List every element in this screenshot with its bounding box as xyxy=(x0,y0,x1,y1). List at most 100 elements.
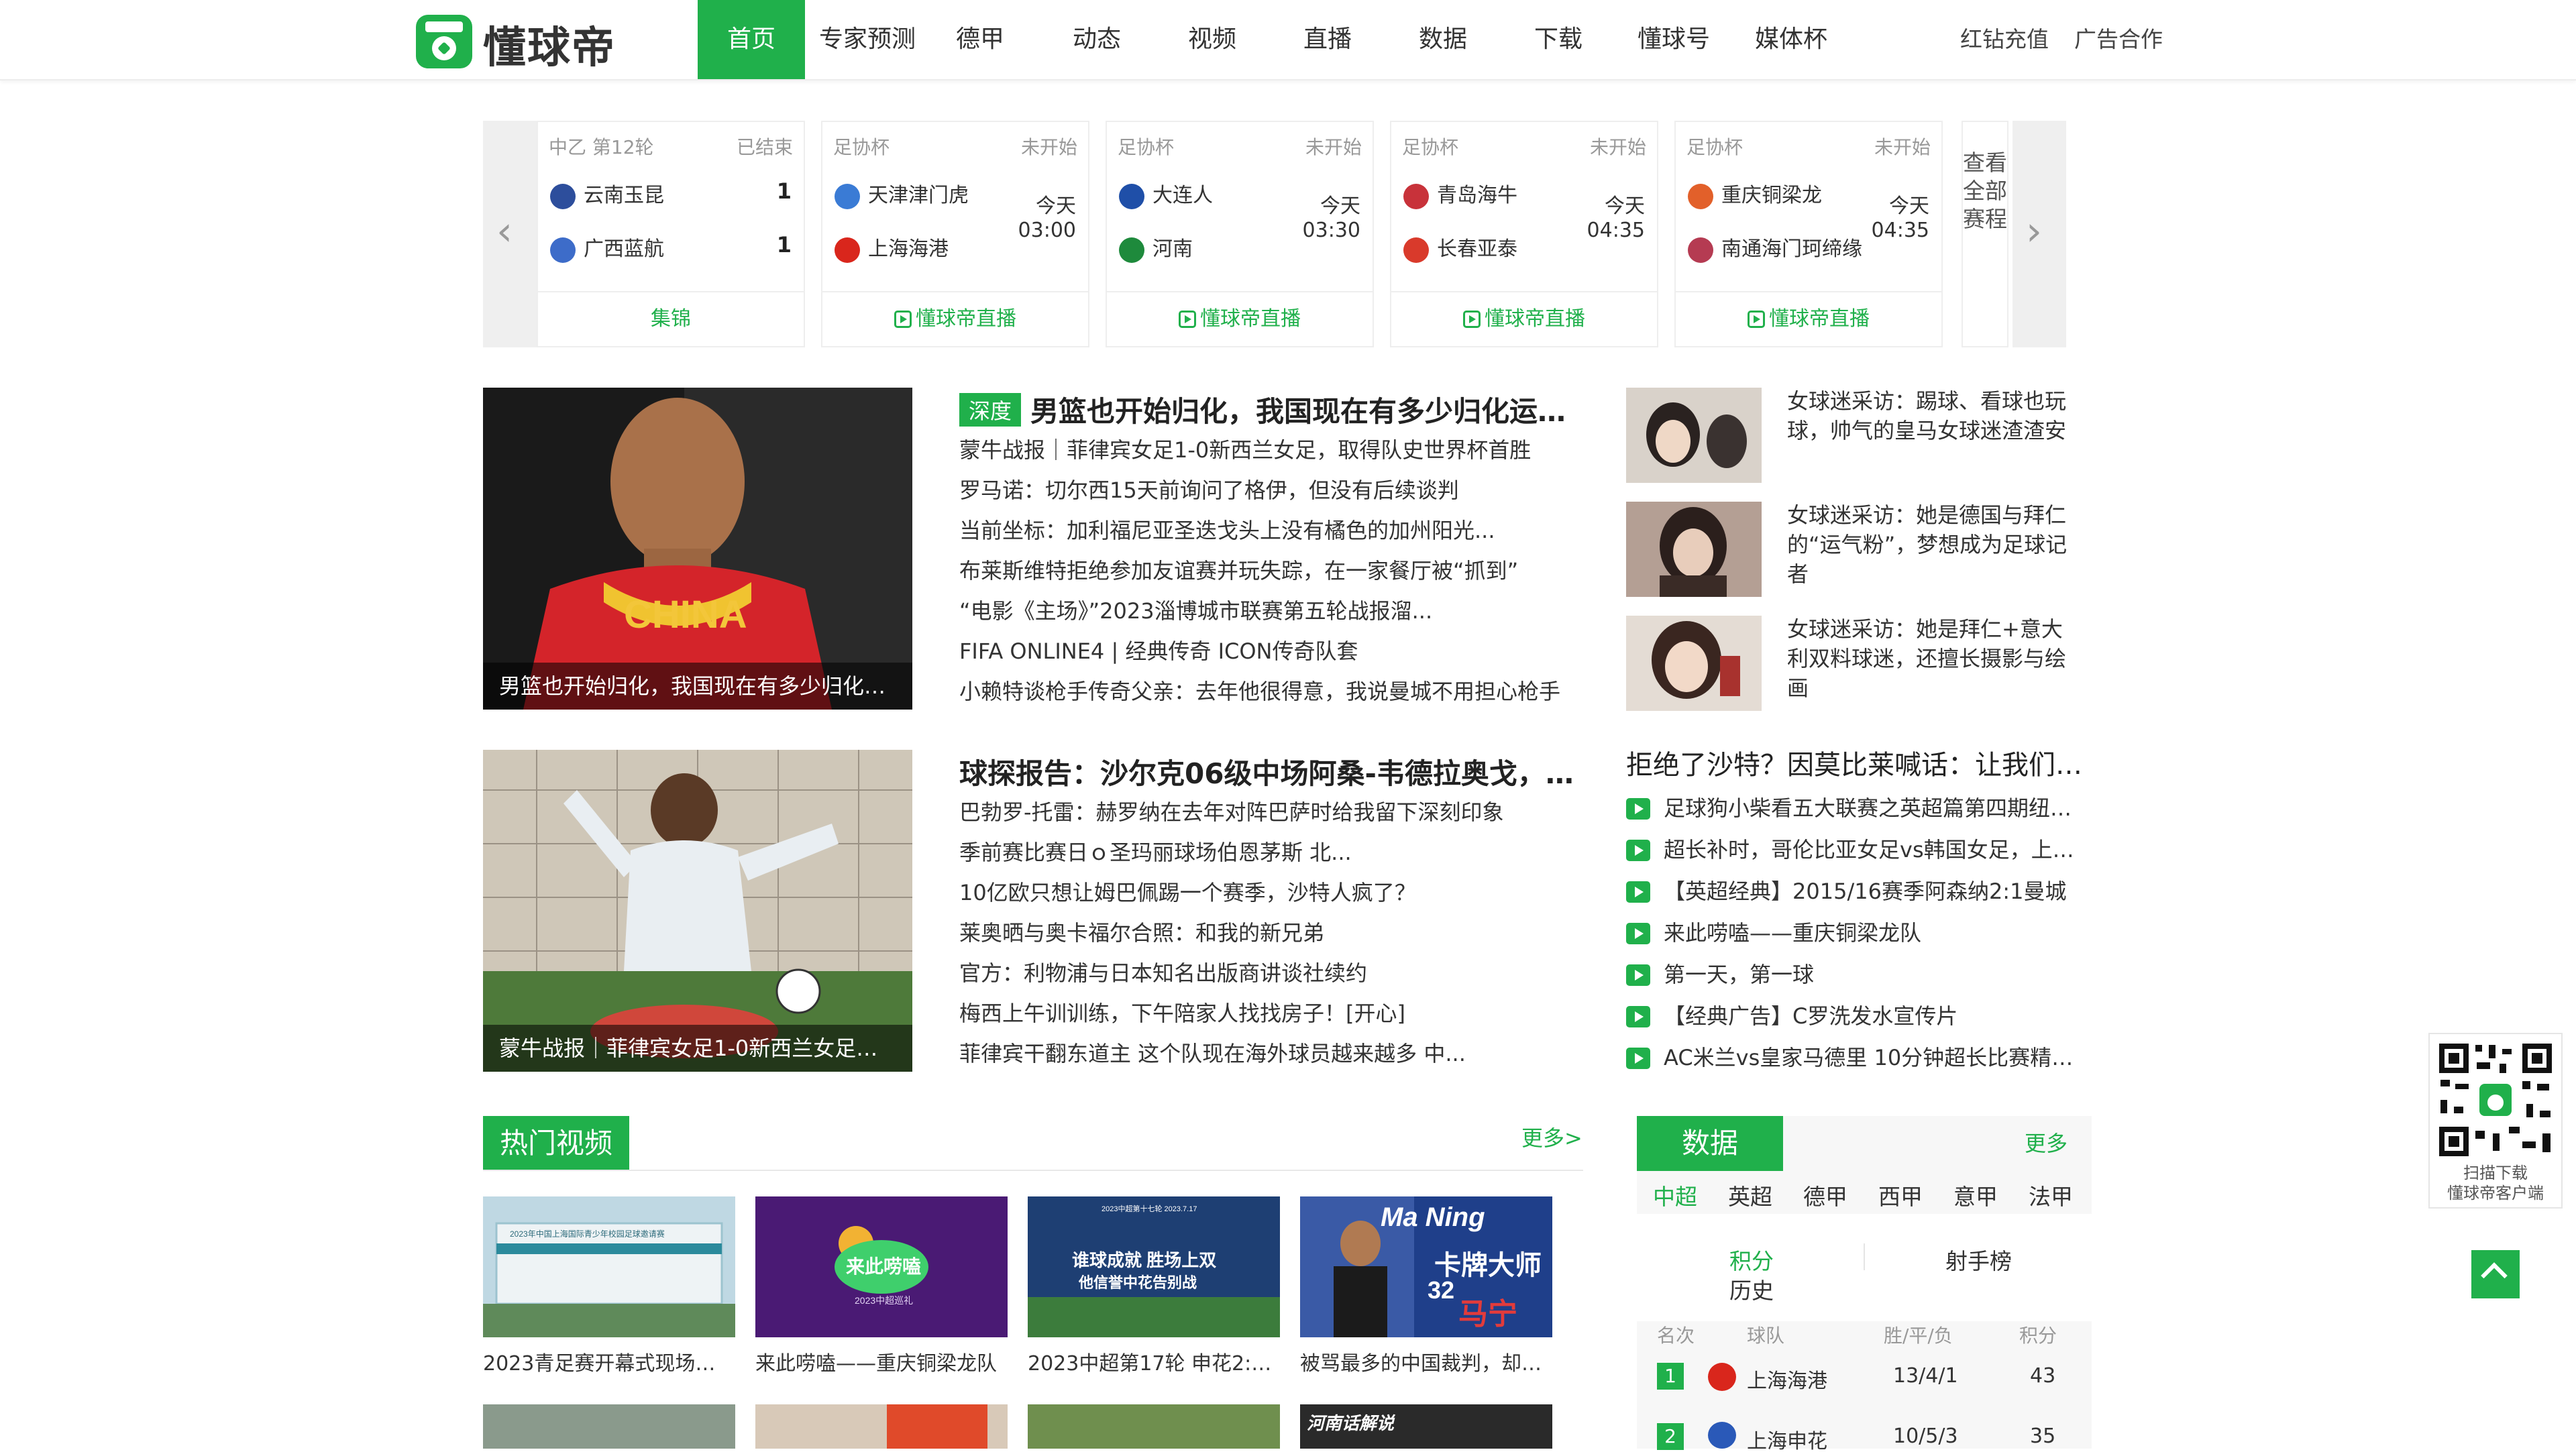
news-item[interactable]: 小赖特谈枪手传奇父亲：去年他很得意，我说曼城不用担心枪手 xyxy=(959,675,1576,706)
league-tab-ligue1[interactable]: 法甲 xyxy=(2029,1179,2073,1211)
team-crest-icon xyxy=(1688,237,1713,263)
news-item[interactable]: 巴勃罗-托雷：赫罗纳在去年对阵巴萨时给我留下深刻印象 xyxy=(959,795,1576,826)
league-tab-laliga[interactable]: 西甲 xyxy=(1878,1179,1923,1211)
news-feature-image[interactable]: CHINA 男篮也开始归化，我国现在有多少归化运动员 xyxy=(483,388,912,710)
fan-interview-thumb[interactable] xyxy=(1626,502,1762,597)
history-tab[interactable]: 历史 xyxy=(1729,1273,1774,1305)
video-thumb[interactable]: Ma Ning 卡牌大师 32 马宁 xyxy=(1300,1196,1552,1337)
rank-badge: 2 xyxy=(1657,1423,1684,1450)
side-video-item[interactable]: 超长补时，哥伦比亚女足vs韩国女足，上半场集锦 xyxy=(1626,833,2082,864)
league-tab-csl[interactable]: 中超 xyxy=(1653,1179,1697,1211)
data-more-link[interactable]: 更多 xyxy=(2025,1127,2068,1158)
ad-cooperation-link[interactable]: 广告合作 xyxy=(2074,0,2163,79)
news-item[interactable]: 季前赛比赛日ｏ圣玛丽球场伯恩茅斯 北... xyxy=(959,836,1576,866)
video-thumb[interactable]: 河南话解说 xyxy=(1300,1404,1552,1449)
news-item[interactable]: 蒙牛战报｜菲律宾女足1-0新西兰女足，取得队史世界杯首胜 xyxy=(959,433,1576,464)
news-item[interactable]: 10亿欧只想让姆巴佩踢一个赛季，沙特人疯了？ xyxy=(959,876,1576,907)
video-thumb[interactable]: 2023年中国上海国际青少年校园足球邀请赛 xyxy=(483,1196,735,1337)
back-to-top-button[interactable] xyxy=(2471,1250,2520,1298)
team-name[interactable]: 上海申花 xyxy=(1747,1424,1827,1454)
nav-live[interactable]: 直播 xyxy=(1277,0,1378,79)
away-team: 上海海港 xyxy=(835,232,949,263)
qr-caption: 扫描下载 懂球帝客户端 xyxy=(2447,1164,2544,1203)
news-item[interactable]: 当前坐标：加利福尼亚圣迭戈头上没有橘色的加州阳光... xyxy=(959,514,1576,545)
nav-expert-prediction[interactable]: 专家预测 xyxy=(805,0,930,79)
nav-video[interactable]: 视频 xyxy=(1162,0,1263,79)
standings-tab[interactable]: 积分 xyxy=(1729,1243,1774,1276)
league-tab-bundesliga[interactable]: 德甲 xyxy=(1803,1179,1847,1211)
live-play-icon xyxy=(1179,311,1196,328)
match-card[interactable]: 足协杯 未开始 青岛海牛 长春亚泰 今天 04:35 懂球帝直播 xyxy=(1390,121,1658,347)
app-download-qr[interactable]: 扫描下载 懂球帝客户端 xyxy=(2428,1033,2563,1209)
nav-data[interactable]: 数据 xyxy=(1393,0,1493,79)
side-feature-link[interactable]: 女球迷采访：她是德国与拜仁的“运气粉”，梦想成为足球记者 xyxy=(1787,500,2082,589)
side-feature-link[interactable]: 女球迷采访：她是拜仁+意大利双料球迷，还擅长摄影与绘画 xyxy=(1787,614,2082,703)
video-caption[interactable]: 被骂最多的中国裁判，却成了卡牌大师 xyxy=(1300,1347,1552,1376)
news-item[interactable]: 布莱斯维特拒绝参加友谊赛并玩失踪，在一家餐厅被“抓到” xyxy=(959,554,1576,585)
league-tab-epl[interactable]: 英超 xyxy=(1728,1179,1772,1211)
match-strip-prev-button[interactable]: ‹ xyxy=(483,121,537,347)
side-video-item[interactable]: 【经典广告】C罗洗发水宣传片 xyxy=(1626,999,2082,1030)
team-points: 35 xyxy=(2030,1424,2056,1448)
match-league: 足协杯 xyxy=(1686,136,1743,158)
news-item[interactable]: FIFA ONLINE4 | 经典传奇 ICON传奇队套 xyxy=(959,634,1576,665)
top-header: 懂球帝 首页 专家预测 德甲 动态 视频 直播 数据 下载 懂球号 媒体杯 红钻… xyxy=(0,0,2576,80)
video-thumb[interactable]: 来此唠嗑 2023中超巡礼 xyxy=(755,1196,1008,1337)
recharge-link[interactable]: 红钻充值 xyxy=(1960,0,2049,79)
video-caption[interactable]: 2023中超第17轮 申花2:1海港 xyxy=(1028,1347,1280,1376)
nav-dongqiu-account[interactable]: 懂球号 xyxy=(1623,0,1724,79)
nav-media-cup[interactable]: 媒体杯 xyxy=(1737,0,1845,79)
nav-bundesliga[interactable]: 德甲 xyxy=(930,0,1030,79)
side-headline[interactable]: 拒绝了沙特？因莫比莱喊话：让我们一起努力吧 xyxy=(1626,743,2096,782)
news-headline[interactable]: 深度 男篮也开始归化，我国现在有多少归化运动员？ xyxy=(959,389,1576,430)
match-strip-next-button[interactable]: › xyxy=(2012,121,2066,347)
view-all-schedule-link[interactable]: 查看全部赛程 xyxy=(1962,121,2008,347)
news-item[interactable]: 官方：利物浦与日本知名出版商讲谈社续约 xyxy=(959,956,1576,987)
match-card[interactable]: 足协杯 未开始 天津津门虎 上海海港 今天 03:00 懂球帝直播 xyxy=(821,121,1089,347)
live-link[interactable]: 懂球帝直播 xyxy=(1107,291,1373,346)
video-thumb[interactable]: 2023中超第十七轮 2023.7.17 谁球成就 胜场上双 他信誉中花告别战 xyxy=(1028,1196,1280,1337)
fan-interview-thumb[interactable] xyxy=(1626,616,1762,711)
video-caption[interactable]: 2023青足赛开幕式现场对决精彩集锦 xyxy=(483,1347,735,1376)
side-video-item[interactable]: 来此唠嗑——重庆铜梁龙队 xyxy=(1626,916,2082,947)
top-scorers-tab[interactable]: 射手榜 xyxy=(1945,1243,2012,1276)
news-item[interactable]: 莱奥晒与奥卡福尔合照：和我的新兄弟 xyxy=(959,916,1576,947)
live-link[interactable]: 懂球帝直播 xyxy=(1676,291,1941,346)
feature-image-caption: 蒙牛战报｜菲律宾女足1-0新西兰女足，取得队史世界杯首胜 xyxy=(483,1025,912,1072)
team-name[interactable]: 上海海港 xyxy=(1747,1364,1827,1394)
side-video-item[interactable]: 足球狗小柴看五大联赛之英超篇第四期纽卡斯尔联 xyxy=(1626,791,2082,822)
video-thumb[interactable] xyxy=(1028,1404,1280,1449)
team-record: 13/4/1 xyxy=(1893,1364,1958,1388)
side-video-item[interactable]: 第一天，第一球 xyxy=(1626,958,2082,989)
video-thumb[interactable] xyxy=(755,1404,1008,1449)
nav-download[interactable]: 下载 xyxy=(1508,0,1609,79)
live-link[interactable]: 懂球帝直播 xyxy=(1391,291,1657,346)
highlights-link[interactable]: 集锦 xyxy=(538,291,804,346)
logo-text[interactable]: 懂球帝 xyxy=(483,13,616,75)
news-headline[interactable]: 球探报告：沙尔克06级中场阿桑-韦德拉奥戈，模样像博格巴 xyxy=(959,751,1576,792)
news-item[interactable]: 梅西上午训训练，下午陪家人找找房子！[开心] xyxy=(959,997,1576,1027)
live-link[interactable]: 懂球帝直播 xyxy=(822,291,1088,346)
news-feature-image[interactable]: 蒙牛战报｜菲律宾女足1-0新西兰女足，取得队史世界杯首胜 xyxy=(483,750,912,1072)
chevron-left-icon: ‹ xyxy=(496,208,513,255)
video-thumb[interactable] xyxy=(483,1404,735,1449)
logo-icon[interactable] xyxy=(416,15,472,68)
live-play-icon xyxy=(1463,311,1481,328)
video-caption[interactable]: 来此唠嗑——重庆铜梁龙队 xyxy=(755,1347,1008,1376)
qr-code-icon xyxy=(2435,1040,2556,1160)
news-item[interactable]: 罗马诺：切尔西15天前询问了格伊，但没有后续谈判 xyxy=(959,473,1576,504)
league-tab-seriea[interactable]: 意甲 xyxy=(1953,1179,1998,1211)
nav-news-feed[interactable]: 动态 xyxy=(1046,0,1147,79)
side-feature-link[interactable]: 女球迷采访：踢球、看球也玩球，帅气的皇马女球迷渣渣安 xyxy=(1787,386,2082,445)
news-item[interactable]: 菲律宾干翻东道主 这个队现在海外球员越来越多 中... xyxy=(959,1037,1576,1068)
hot-videos-more-link[interactable]: 更多> xyxy=(1521,1121,1582,1152)
team-crest-icon xyxy=(550,237,576,263)
match-card[interactable]: 足协杯 未开始 重庆铜梁龙 南通海门珂缔缘 今天 04:35 懂球帝直播 xyxy=(1674,121,1943,347)
nav-home[interactable]: 首页 xyxy=(698,0,805,79)
side-video-item[interactable]: AC米兰vs皇家马德里 10分钟超长比赛精华集锦 xyxy=(1626,1041,2082,1072)
match-card[interactable]: 足协杯 未开始 大连人 河南 今天 03:30 懂球帝直播 xyxy=(1106,121,1374,347)
fan-interview-thumb[interactable] xyxy=(1626,388,1762,483)
match-card[interactable]: 中乙 第12轮 已结束 云南玉昆 广西蓝航 1 1 集锦 xyxy=(537,121,805,347)
side-video-item[interactable]: 【英超经典】2015/16赛季阿森纳2:1曼城 xyxy=(1626,875,2082,905)
news-item[interactable]: “电影《主场》”2023淄博城市联赛第五轮战报溜... xyxy=(959,594,1576,625)
